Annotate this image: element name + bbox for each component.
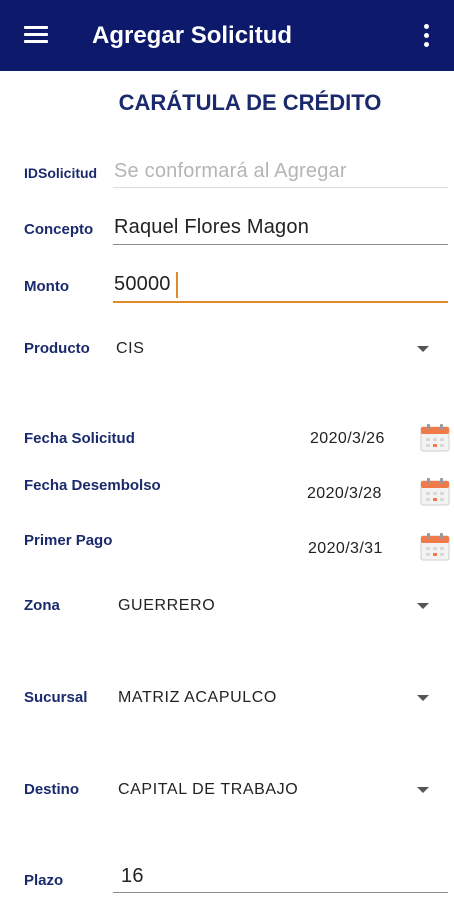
destino-label: Destino [24, 781, 80, 798]
primer-pago-value[interactable]: 2020/3/31 [308, 540, 383, 558]
zona-select[interactable]: GUERRERO [118, 597, 215, 615]
calendar-icon[interactable] [420, 478, 450, 506]
producto-label: Producto [24, 340, 90, 357]
calendar-icon[interactable] [420, 533, 450, 561]
dropdown-arrow-icon[interactable] [417, 346, 429, 352]
menu-icon[interactable] [24, 26, 48, 44]
concepto-label: Concepto [24, 221, 94, 238]
dropdown-arrow-icon[interactable] [417, 603, 429, 609]
id-solicitud-field[interactable]: Se conformará al Agregar [114, 160, 347, 183]
app-title: Agregar Solicitud [92, 22, 293, 49]
app-bar: Agregar Solicitud [0, 0, 454, 71]
sucursal-label: Sucursal [24, 689, 88, 706]
dropdown-arrow-icon[interactable] [417, 695, 429, 701]
destino-select[interactable]: CAPITAL DE TRABAJO [118, 781, 298, 799]
fecha-desembolso-value[interactable]: 2020/3/28 [307, 485, 382, 503]
more-vert-icon[interactable] [418, 24, 434, 48]
plazo-underline [113, 892, 448, 893]
concepto-underline [113, 244, 448, 245]
primer-pago-label: Primer Pago [24, 532, 113, 549]
sucursal-select[interactable]: MATRIZ ACAPULCO [118, 689, 277, 707]
id-solicitud-underline [113, 187, 448, 188]
plazo-label: Plazo [24, 872, 64, 889]
dropdown-arrow-icon[interactable] [417, 787, 429, 793]
monto-field[interactable]: 50000 [114, 273, 171, 296]
monto-label: Monto [24, 278, 69, 295]
page-title: CARÁTULA DE CRÉDITO [118, 90, 382, 115]
text-cursor [176, 272, 178, 298]
zona-label: Zona [24, 597, 60, 614]
fecha-desembolso-label: Fecha Desembolso [24, 477, 161, 494]
calendar-icon[interactable] [420, 424, 450, 452]
fecha-solicitud-value[interactable]: 2020/3/26 [310, 430, 385, 448]
producto-select[interactable]: CIS [116, 340, 144, 358]
concepto-field[interactable]: Raquel Flores Magon [114, 216, 309, 239]
id-solicitud-label: IDSolicitud [24, 165, 98, 181]
plazo-field[interactable]: 16 [121, 865, 144, 888]
fecha-solicitud-label: Fecha Solicitud [24, 430, 135, 447]
monto-underline [113, 301, 448, 303]
